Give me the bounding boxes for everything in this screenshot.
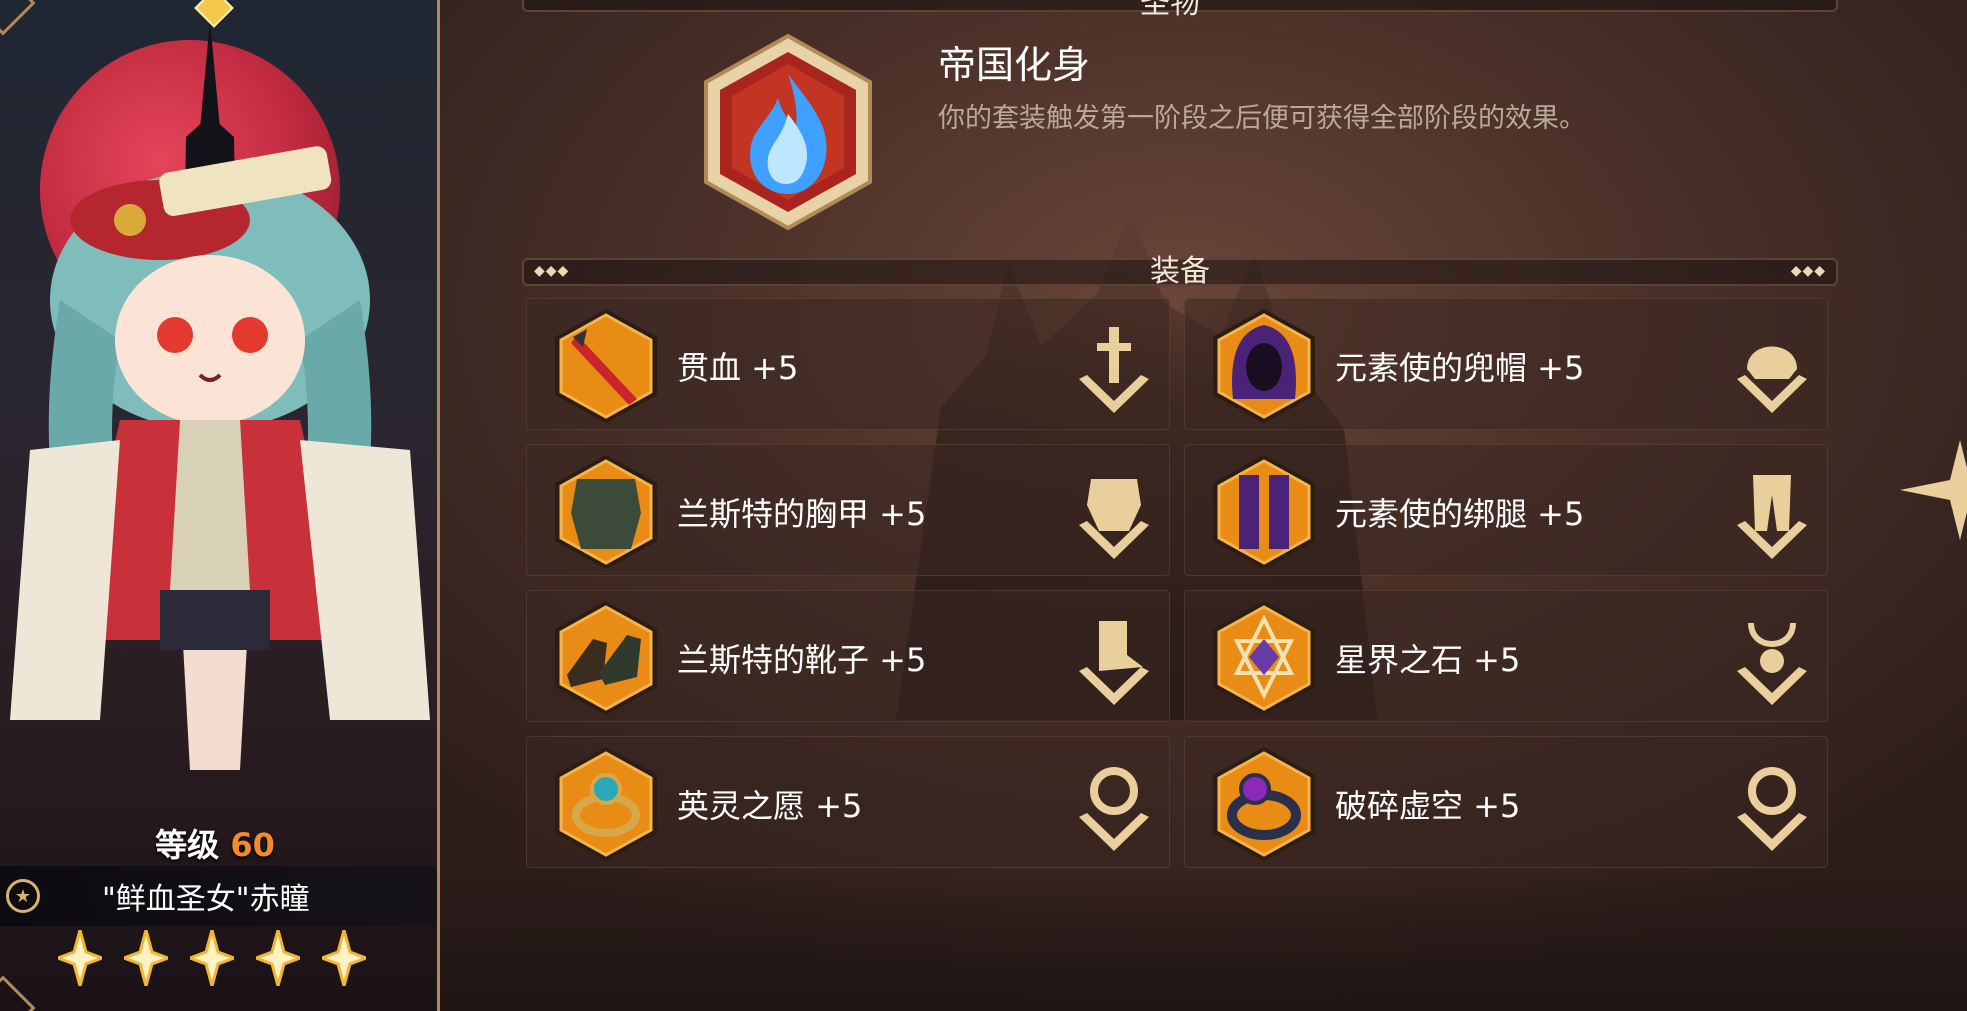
star-icon <box>124 930 168 986</box>
leggings-icon <box>1213 455 1315 569</box>
ring-type-icon <box>1079 767 1149 851</box>
equipment-label: 星界之石 +5 <box>1335 641 1521 679</box>
equipment-slot[interactable]: 元素使的绑腿 +5 <box>1184 444 1828 576</box>
equipment-section-title: 装备 <box>1150 254 1210 289</box>
legs-type-icon <box>1737 475 1807 559</box>
character-level: 等级 60 <box>0 820 430 866</box>
equipment-label: 贯血 +5 <box>677 349 799 387</box>
equipment-slot[interactable]: 贯血 +5 <box>526 298 1170 430</box>
star-icon <box>58 930 102 986</box>
dark-ring-icon <box>1213 747 1315 861</box>
star-icon <box>256 930 300 986</box>
equipment-slot[interactable]: 元素使的兜帽 +5 <box>1184 298 1828 430</box>
sword-icon <box>555 309 657 423</box>
decor-dots: ◆◆◆ <box>1790 263 1826 279</box>
card-corner <box>0 0 36 36</box>
card-top-gem <box>194 0 234 28</box>
equipment-label: 兰斯特的胸甲 +5 <box>677 495 927 533</box>
star-icon <box>190 930 234 986</box>
equipment-slot[interactable]: 星界之石 +5 <box>1184 590 1828 722</box>
character-name: "鲜血圣女"赤瞳 <box>102 882 310 917</box>
ring-icon <box>555 747 657 861</box>
character-card[interactable]: 等级 60 ★ "鲜血圣女"赤瞳 <box>0 0 440 1011</box>
weapon-type-icon <box>1079 327 1149 413</box>
equipment-label: 元素使的绑腿 +5 <box>1335 495 1585 533</box>
background-floor <box>420 870 1967 1011</box>
hood-icon <box>1213 309 1315 423</box>
artifact-icon-frame[interactable] <box>690 34 886 230</box>
level-label: 等级 <box>155 826 220 864</box>
character-name-bar: ★ "鲜血圣女"赤瞳 <box>0 866 437 926</box>
decor-dots: ◆◆◆ <box>534 263 570 279</box>
artifact-description: 你的套装触发第一阶段之后便可获得全部阶段的效果。 <box>938 103 1586 134</box>
equipment-label: 英灵之愿 +5 <box>677 787 863 825</box>
star-rating <box>58 930 366 986</box>
equipment-slot[interactable]: 破碎虚空 +5 <box>1184 736 1828 868</box>
amulet-type-icon <box>1737 622 1807 705</box>
star-icon <box>322 930 366 986</box>
level-value: 60 <box>230 826 275 864</box>
star-gem-icon <box>1213 601 1315 715</box>
equipment-label: 兰斯特的靴子 +5 <box>677 641 927 679</box>
armor-type-icon <box>1079 479 1149 559</box>
equipment-label: 破碎虚空 +5 <box>1335 787 1521 825</box>
equipment-label: 元素使的兜帽 +5 <box>1335 349 1585 387</box>
equipment-slot[interactable]: 兰斯特的靴子 +5 <box>526 590 1170 722</box>
ring-type-icon <box>1737 767 1807 851</box>
character-portrait <box>10 146 430 770</box>
equipment-slot[interactable]: 兰斯特的胸甲 +5 <box>526 444 1170 576</box>
star-emblem-icon: ★ <box>6 879 40 913</box>
next-arrow-icon[interactable] <box>1900 440 1967 540</box>
helmet-type-icon <box>1737 346 1807 413</box>
boots-icon <box>555 601 657 715</box>
card-corner <box>0 975 36 1011</box>
chestplate-icon <box>555 455 657 569</box>
artifact-name: 帝国化身 <box>938 43 1091 87</box>
equipment-slot[interactable]: 英灵之愿 +5 <box>526 736 1170 868</box>
boots-type-icon <box>1079 621 1149 705</box>
artifact-section-title: 圣物 <box>1140 0 1200 21</box>
